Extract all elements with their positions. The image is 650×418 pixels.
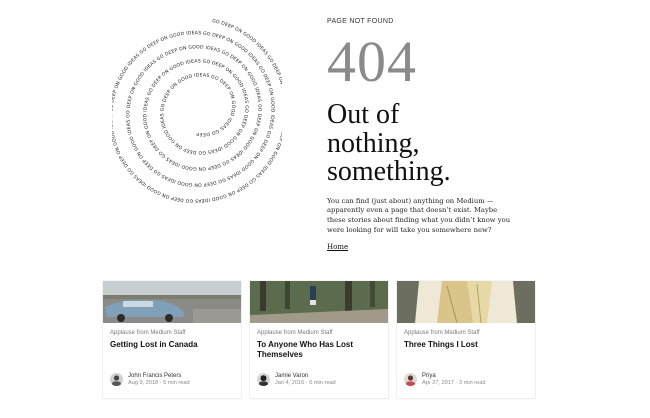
avatar[interactable] (404, 373, 417, 387)
page-not-found-label: PAGE NOT FOUND (327, 18, 394, 25)
card-author[interactable]: Priya Apr 27, 2017 · 3 min read (404, 373, 485, 387)
card-kicker: Applause from Medium Staff (110, 330, 186, 336)
spiral-text-illustration: GO DEEP ON GOOD IDEAS GO DEEP ON GOOD ID… (112, 14, 282, 214)
read-time: 3 min read (459, 380, 486, 387)
card-image-illustration (397, 281, 535, 323)
post-date: Aug 9, 2018 (128, 380, 159, 387)
card-image-car (103, 281, 241, 323)
headline-line-2: nothing, (327, 127, 420, 159)
card-title[interactable]: Three Things I Lost (404, 340, 528, 350)
card-kicker: Applause from Medium Staff (404, 330, 480, 336)
author-meta: John Francis Peters Aug 9, 2018 · 5 min … (128, 373, 190, 387)
post-date: Jan 4, 2016 (275, 380, 305, 387)
read-time: 5 min read (163, 380, 190, 387)
card-image-forest-path (250, 281, 388, 323)
headline: Out of nothing, something. (327, 99, 542, 188)
card-title[interactable]: To Anyone Who Has Lost Themselves (257, 340, 381, 361)
author-name[interactable]: Priya (422, 373, 485, 380)
headline-line-1: Out of (327, 99, 400, 130)
post-date-readtime: Aug 9, 2018 · 5 min read (128, 380, 190, 387)
hero-section: PAGE NOT FOUND 404 Out of nothing, somet… (327, 18, 542, 254)
story-card-to-anyone-who-has-lost-themselves[interactable]: Applause from Medium Staff To Anyone Who… (250, 281, 388, 398)
spiral-svg: GO DEEP ON GOOD IDEAS GO DEEP ON GOOD ID… (112, 14, 282, 204)
card-author[interactable]: John Francis Peters Aug 9, 2018 · 5 min … (110, 373, 190, 387)
post-date-readtime: Apr 27, 2017 · 3 min read (422, 380, 486, 387)
home-link[interactable]: Home (327, 243, 348, 251)
author-name[interactable]: Jamie Varon (275, 373, 336, 380)
avatar[interactable] (110, 373, 123, 387)
headline-line-3: something. (327, 156, 451, 188)
avatar[interactable] (257, 373, 270, 387)
author-name[interactable]: John Francis Peters (128, 373, 190, 380)
post-date-readtime: Jan 4, 2016 · 6 min read (275, 380, 336, 387)
story-cards: Applause from Medium Staff Getting Lost … (103, 281, 535, 398)
post-date: Apr 27, 2017 (422, 380, 455, 387)
author-meta: Priya Apr 27, 2017 · 3 min read (422, 373, 485, 387)
read-time: 6 min read (309, 380, 336, 387)
error-code: 404 (327, 29, 417, 94)
story-card-getting-lost-in-canada[interactable]: Applause from Medium Staff Getting Lost … (103, 281, 241, 398)
card-author[interactable]: Jamie Varon Jan 4, 2016 · 6 min read (257, 373, 336, 387)
description: You can find (just about) anything on Me… (327, 196, 511, 235)
card-kicker: Applause from Medium Staff (257, 330, 333, 336)
author-meta: Jamie Varon Jan 4, 2016 · 6 min read (275, 373, 336, 387)
card-title[interactable]: Getting Lost in Canada (110, 340, 234, 350)
spiral-text: GO DEEP ON GOOD IDEAS GO DEEP ON GOOD ID… (112, 14, 282, 204)
story-card-three-things-i-lost[interactable]: Applause from Medium Staff Three Things … (397, 281, 535, 398)
